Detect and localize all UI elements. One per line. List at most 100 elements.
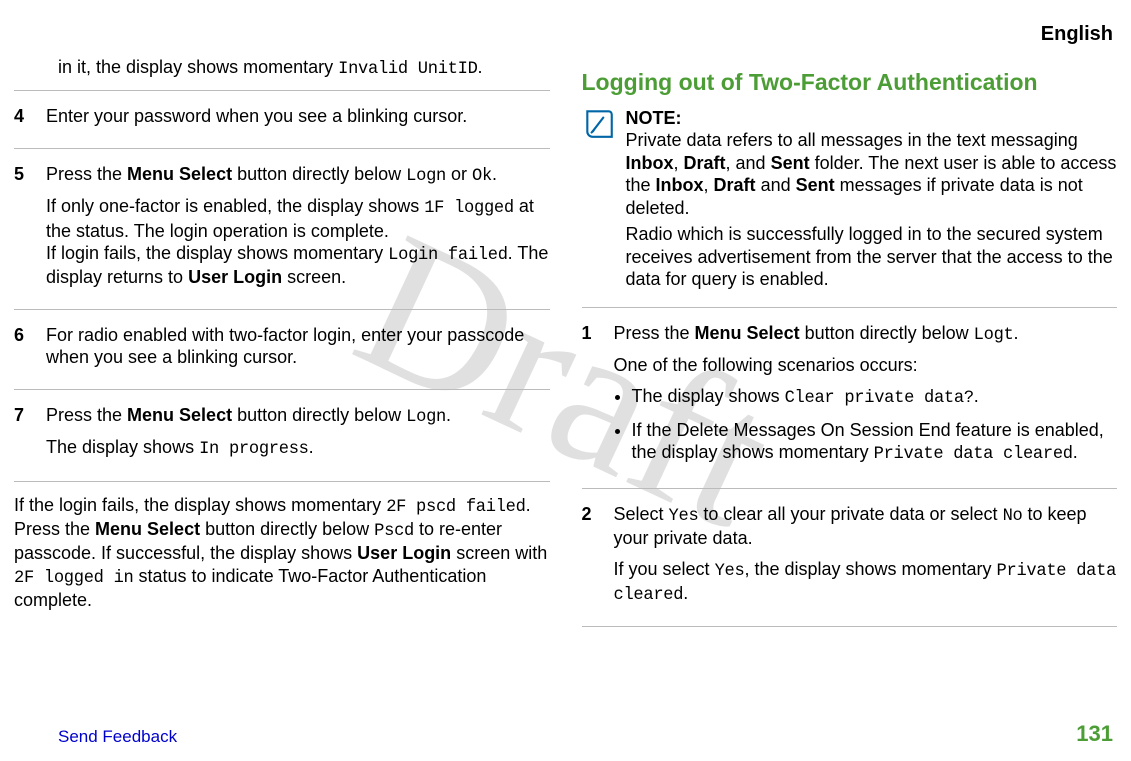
menu-select: Menu Select [695, 323, 800, 343]
step-instruction: Press the Menu Select button directly be… [46, 163, 550, 187]
t: Press the [46, 405, 127, 425]
step-2: 2 Select Yes to clear all your private d… [582, 491, 1118, 625]
no-label: No [1003, 507, 1023, 526]
step-body: Press the Menu Select button directly be… [46, 404, 550, 469]
t: button directly below [232, 405, 406, 425]
step-body: Press the Menu Select button directly be… [614, 322, 1118, 476]
step-5: 5 Press the Menu Select button directly … [14, 151, 550, 307]
t: . [1014, 323, 1019, 343]
code: 1F logged [424, 199, 514, 218]
step-number: 4 [14, 105, 34, 136]
content-columns: in it, the display shows momentary Inval… [12, 48, 1119, 713]
t: button directly below [200, 519, 374, 539]
divider [582, 488, 1118, 489]
note-paragraph-2: Radio which is successfully logged in to… [626, 223, 1118, 291]
text: For radio enabled with two-factor login,… [46, 324, 550, 369]
t: . [309, 437, 314, 457]
inbox: Inbox [626, 153, 674, 173]
logt-label: Logt [974, 326, 1014, 345]
t: Private data refers to all messages in t… [626, 130, 1078, 150]
step-body: Enter your password when you see a blink… [46, 105, 550, 136]
step-number: 2 [582, 503, 602, 615]
code: Login failed [388, 246, 508, 265]
t: The display shows [46, 437, 199, 457]
note-paragraph-1: NOTE: Private data refers to all message… [626, 107, 1118, 220]
sent: Sent [796, 175, 835, 195]
ok-label: Ok [472, 167, 492, 186]
note-icon [582, 107, 616, 141]
t: screen. [282, 267, 346, 287]
user-login: User Login [188, 267, 282, 287]
inbox: Inbox [656, 175, 704, 195]
t: If only one-factor is enabled, the displ… [46, 196, 424, 216]
list-item: The display shows Clear private data?. [632, 385, 1118, 409]
t: or [446, 164, 472, 184]
t: Press the [46, 164, 127, 184]
step-result: If only one-factor is enabled, the displ… [46, 195, 550, 289]
t: screen with [451, 543, 547, 563]
code: Yes [715, 562, 745, 581]
right-column: Logging out of Two-Factor Authentication… [580, 48, 1120, 713]
t: Press the [614, 323, 695, 343]
yes-label: Yes [669, 507, 699, 526]
left-column: in it, the display shows momentary Inval… [12, 48, 552, 713]
code: Pscd [374, 522, 414, 541]
divider [14, 148, 550, 149]
step-number: 5 [14, 163, 34, 297]
t: , [704, 175, 714, 195]
t: If login fails, the display shows moment… [46, 243, 388, 263]
left-outro: If the login fails, the display shows mo… [14, 494, 550, 612]
t: button directly below [232, 164, 406, 184]
step-body: Select Yes to clear all your private dat… [614, 503, 1118, 615]
text: . [478, 57, 483, 77]
menu-select: Menu Select [95, 519, 200, 539]
divider [14, 389, 550, 390]
t: . [683, 583, 688, 603]
user-login: User Login [357, 543, 451, 563]
step-6: 6 For radio enabled with two-factor logi… [14, 312, 550, 387]
t: . [974, 386, 979, 406]
t: Select [614, 504, 669, 524]
code: 2F pscd failed [386, 498, 525, 517]
step-number: 7 [14, 404, 34, 469]
divider [14, 481, 550, 482]
step-result: One of the following scenarios occurs: [614, 354, 1118, 377]
step-body: Press the Menu Select button directly be… [46, 163, 550, 297]
logn-label: Logn [406, 167, 446, 186]
code: Invalid UnitID [338, 60, 477, 79]
t: to clear all your private data or select [698, 504, 1002, 524]
step-4: 4 Enter your password when you see a bli… [14, 93, 550, 146]
t: . [446, 405, 451, 425]
t: . [1073, 442, 1078, 462]
page-number: 131 [1076, 720, 1113, 748]
step-number: 1 [582, 322, 602, 476]
section-heading: Logging out of Two-Factor Authentication [582, 68, 1118, 97]
step-instruction: Press the Menu Select button directly be… [46, 404, 550, 428]
step-instruction: Select Yes to clear all your private dat… [614, 503, 1118, 550]
step-result: The display shows In progress. [46, 436, 550, 460]
logn-label: Logn [406, 408, 446, 427]
step-result: If you select Yes, the display shows mom… [614, 558, 1118, 607]
draft: Draft [714, 175, 756, 195]
divider [582, 307, 1118, 308]
note-body: NOTE: Private data refers to all message… [626, 107, 1118, 295]
divider [14, 309, 550, 310]
code: 2F logged in [14, 569, 134, 588]
step-1: 1 Press the Menu Select button directly … [582, 310, 1118, 486]
code: Private data cleared [874, 445, 1073, 464]
divider [14, 90, 550, 91]
code: Clear private data? [785, 389, 974, 408]
step-instruction: Press the Menu Select button directly be… [614, 322, 1118, 346]
step-number: 6 [14, 324, 34, 377]
note-block: NOTE: Private data refers to all message… [582, 107, 1118, 295]
header-language: English [1041, 22, 1113, 47]
step-body: For radio enabled with two-factor login,… [46, 324, 550, 377]
bullet-list: The display shows Clear private data?. I… [614, 385, 1118, 466]
text: Enter your password when you see a blink… [46, 105, 550, 128]
t: and [756, 175, 796, 195]
send-feedback-link[interactable]: Send Feedback [58, 726, 177, 747]
divider [582, 626, 1118, 627]
t: If the login fails, the display shows mo… [14, 495, 386, 515]
t: The display shows [632, 386, 785, 406]
t: If you select [614, 559, 715, 579]
